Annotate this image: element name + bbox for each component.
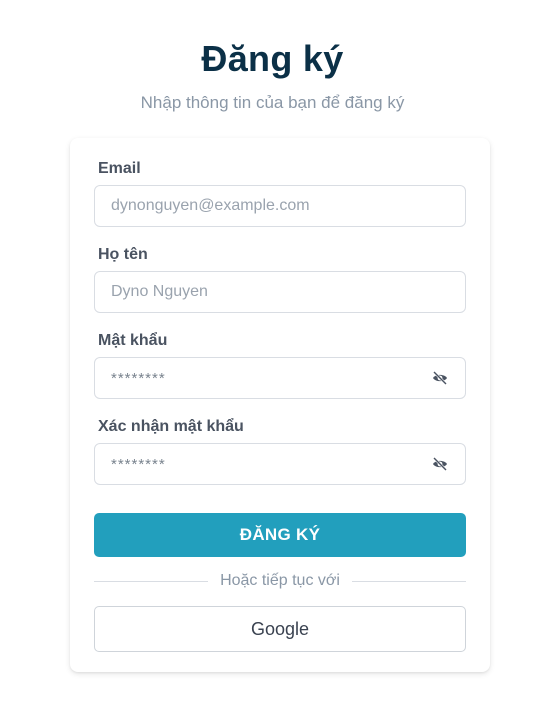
name-placeholder: Dyno Nguyen bbox=[111, 283, 208, 300]
email-label: Email bbox=[98, 160, 141, 177]
name-field[interactable]: Dyno Nguyen bbox=[94, 271, 466, 313]
email-placeholder: dynonguyen@example.com bbox=[111, 197, 310, 214]
confirm-password-field[interactable]: ******** bbox=[94, 443, 466, 485]
confirm-password-label: Xác nhận mật khẩu bbox=[98, 418, 244, 435]
confirm-password-placeholder: ******** bbox=[111, 455, 166, 473]
name-label: Họ tên bbox=[98, 246, 148, 263]
eye-off-icon[interactable] bbox=[431, 369, 449, 387]
register-button[interactable]: ĐĂNG KÝ bbox=[94, 513, 466, 557]
divider: Hoặc tiếp tục với bbox=[94, 570, 466, 592]
divider-line-right bbox=[351, 580, 466, 582]
eye-off-icon[interactable] bbox=[431, 455, 449, 473]
register-card: Email dynonguyen@example.com Họ tên Dyno… bbox=[70, 138, 490, 672]
divider-text: Hoặc tiếp tục với bbox=[220, 572, 340, 589]
password-placeholder: ******** bbox=[111, 369, 166, 387]
page-subtitle: Nhập thông tin của bạn để đăng ký bbox=[140, 93, 405, 112]
google-button[interactable]: Google bbox=[94, 606, 466, 652]
divider-line-left bbox=[94, 580, 209, 582]
password-label: Mật khẩu bbox=[98, 332, 168, 349]
register-page: Đăng ký Nhập thông tin của bạn để đăng k… bbox=[0, 0, 545, 715]
password-field[interactable]: ******** bbox=[94, 357, 466, 399]
page-title: Đăng ký bbox=[201, 38, 344, 79]
email-field[interactable]: dynonguyen@example.com bbox=[94, 185, 466, 227]
